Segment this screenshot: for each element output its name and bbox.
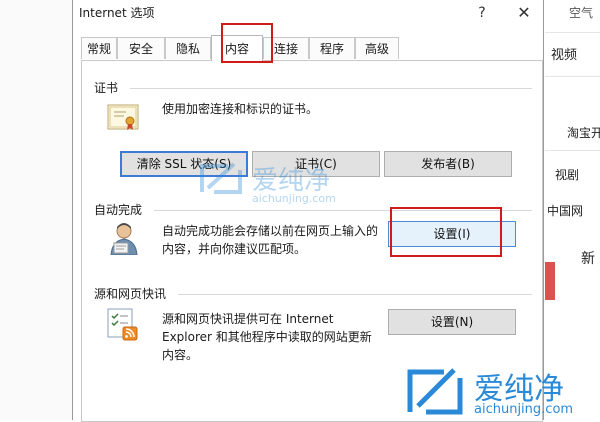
autocomplete-description-line1: 自动完成功能会存储以前在网页上输入的	[162, 224, 379, 238]
feeds-description-line2: Explorer 和其他程序中读取的网站更新	[162, 330, 372, 344]
tab-general[interactable]: 常规	[81, 37, 117, 59]
certificates-divider	[130, 88, 532, 89]
background-tv-link: 视剧	[555, 168, 580, 182]
clear-ssl-state-button[interactable]: 清除 SSL 状态(S)	[120, 151, 248, 177]
feeds-settings-button[interactable]: 设置(N)	[388, 309, 516, 335]
content-tab-panel: 证书 使用加密连接和标识的证书。 清除 SSL 状态(S) 证书(C) 发布者(…	[81, 60, 543, 422]
background-divider	[545, 150, 600, 151]
dialog-title: Internet 选项	[79, 6, 155, 20]
help-button[interactable]: ?	[471, 2, 493, 24]
tab-connections[interactable]: 连接	[263, 37, 309, 59]
feeds-divider	[178, 294, 532, 295]
close-button[interactable]: ✕	[513, 2, 535, 24]
tab-privacy[interactable]: 隐私	[165, 37, 211, 59]
background-window-left	[0, 0, 72, 420]
certificates-button[interactable]: 证书(C)	[252, 151, 380, 177]
certificates-heading: 证书	[94, 81, 119, 95]
internet-options-dialog: Internet 选项 ? ✕ 常规 安全 隐私 内容 连接 程序 高级 证书 …	[72, 0, 544, 422]
background-browser-window: 空气 视频 淘宝开 视剧 中国网 新	[545, 0, 600, 420]
feeds-heading: 源和网页快讯	[94, 287, 167, 301]
tab-advanced[interactable]: 高级	[355, 37, 399, 59]
tab-programs[interactable]: 程序	[309, 37, 355, 59]
background-taobao-link: 淘宝开	[567, 126, 600, 140]
autocomplete-description-line2: 内容，并向你建议匹配项。	[162, 242, 307, 256]
feeds-description-line1: 源和网页快讯提供可在 Internet	[162, 312, 334, 326]
tab-content[interactable]: 内容	[211, 35, 263, 61]
feeds-rss-icon	[107, 308, 138, 341]
tab-security[interactable]: 安全	[117, 37, 165, 59]
background-divider	[545, 32, 600, 33]
background-thumbnail	[545, 262, 555, 300]
title-bar: Internet 选项 ? ✕	[73, 0, 543, 28]
publishers-button[interactable]: 发布者(B)	[384, 151, 512, 177]
background-video-link: 视频	[551, 48, 578, 63]
background-chinanet-link: 中国网	[547, 204, 584, 218]
background-divider	[545, 76, 600, 77]
feeds-description-line3: 内容。	[162, 348, 199, 362]
background-weather-text: 空气	[569, 6, 594, 20]
autocomplete-user-icon	[110, 223, 138, 255]
autocomplete-settings-button[interactable]: 设置(I)	[388, 221, 516, 247]
certificates-description: 使用加密连接和标识的证书。	[162, 102, 319, 116]
autocomplete-divider	[154, 210, 532, 211]
certificate-icon	[107, 104, 139, 130]
autocomplete-heading: 自动完成	[94, 203, 143, 217]
background-news-heading: 新	[581, 251, 595, 267]
